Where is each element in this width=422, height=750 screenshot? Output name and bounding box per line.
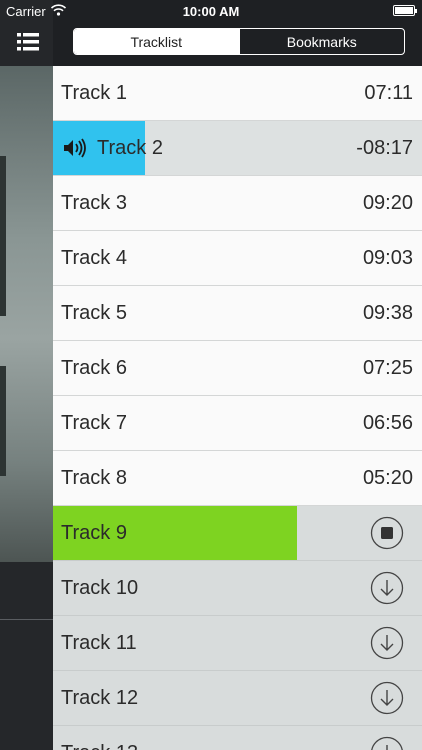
download-icon[interactable] — [370, 681, 404, 715]
divider — [0, 619, 53, 620]
track-title: Track 1 — [61, 82, 127, 104]
tab-switcher: Tracklist Bookmarks — [73, 28, 405, 55]
track-title: Track 11 — [61, 632, 137, 654]
track-row[interactable]: Track 11 — [53, 616, 422, 671]
track-row[interactable]: Track 3 09:20 — [53, 176, 422, 231]
track-title: Track 6 — [61, 357, 127, 379]
track-row[interactable]: Track 12 — [53, 671, 422, 726]
track-duration: 07:11 — [364, 82, 413, 104]
track-title: Track 7 — [61, 412, 127, 434]
download-icon[interactable] — [370, 626, 404, 660]
status-time: 10:00 AM — [182, 4, 240, 19]
track-row[interactable]: Track 8 05:20 — [53, 451, 422, 506]
battery-icon — [393, 5, 417, 16]
track-title: Track 5 — [61, 302, 127, 324]
stop-download-icon[interactable] — [370, 516, 404, 550]
status-bar: Carrier 10:00 AM — [0, 0, 422, 22]
album-art — [0, 66, 53, 562]
track-duration: 05:20 — [362, 467, 413, 489]
track-title: Track 2 — [97, 137, 163, 159]
track-duration: 06:56 — [362, 412, 413, 434]
track-title: Track 4 — [61, 247, 127, 269]
track-title: Track 12 — [61, 687, 139, 709]
track-title: Track 10 — [61, 577, 139, 599]
track-row[interactable]: Track 10 — [53, 561, 422, 616]
track-row[interactable]: Track 5 09:38 — [53, 286, 422, 341]
tab-tracklist[interactable]: Tracklist — [74, 29, 239, 54]
track-duration: 09:38 — [362, 302, 413, 324]
download-icon[interactable] — [370, 571, 404, 605]
track-title: Track 3 — [61, 192, 127, 214]
track-title: Track 13 — [61, 726, 138, 750]
menu-icon[interactable] — [17, 33, 39, 51]
track-duration: 09:20 — [362, 192, 413, 214]
track-duration: 09:03 — [362, 247, 413, 269]
track-duration: -08:17 — [356, 137, 413, 159]
tab-bookmarks[interactable]: Bookmarks — [238, 29, 405, 54]
track-row[interactable]: Track 13 — [53, 726, 422, 750]
track-duration: 07:25 — [362, 357, 413, 379]
track-row[interactable]: Track 1 07:11 — [53, 66, 422, 121]
download-icon[interactable] — [370, 736, 404, 750]
left-panel — [0, 0, 53, 750]
track-row[interactable]: Track 4 09:03 — [53, 231, 422, 286]
track-row[interactable]: Track 9 — [53, 506, 422, 561]
track-list: Track 1 07:11 Track 2 -08:17 Track 3 09:20 Tra… — [53, 66, 422, 750]
track-row[interactable]: Track 2 -08:17 — [53, 121, 422, 176]
speaker-icon — [64, 138, 86, 158]
track-row[interactable]: Track 7 06:56 — [53, 396, 422, 451]
track-title: Track 9 — [61, 522, 127, 544]
track-row[interactable]: Track 6 07:25 — [53, 341, 422, 396]
track-title: Track 8 — [61, 467, 127, 489]
